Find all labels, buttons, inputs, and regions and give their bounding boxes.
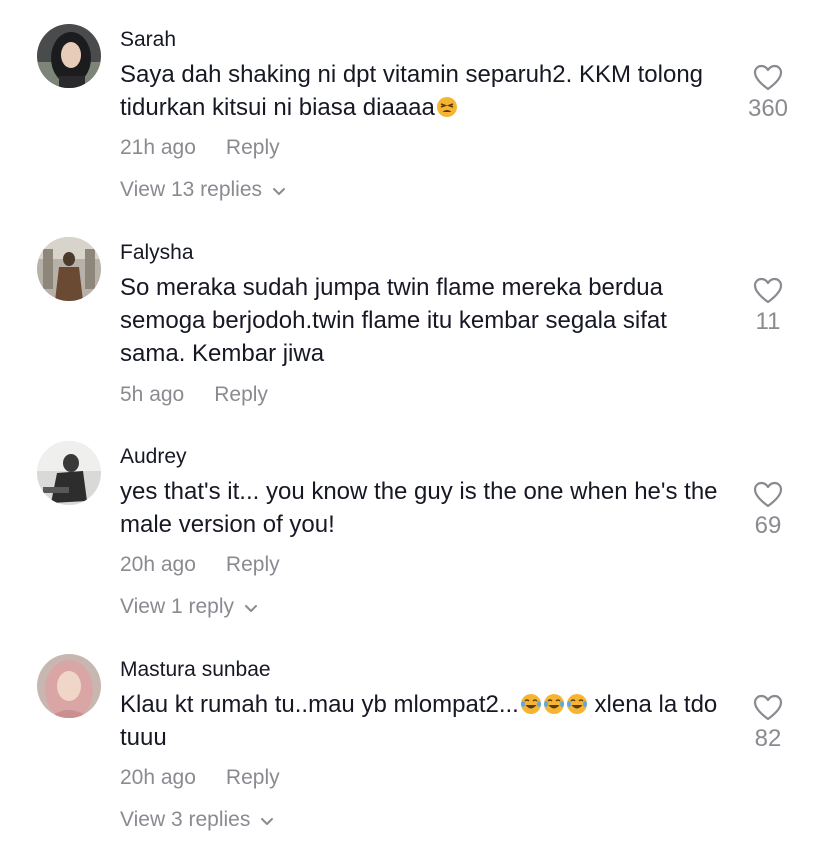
chevron-down-icon (273, 187, 286, 195)
comment-username[interactable]: Audrey (120, 445, 187, 469)
avatar[interactable] (37, 654, 101, 718)
comment-text: Klau kt rumah tu..mau yb mlompat2... xle… (120, 688, 720, 754)
comment-username[interactable]: Mastura sunbae (120, 658, 271, 682)
tired-face-emoji-icon (436, 97, 457, 117)
comment-username[interactable]: Sarah (120, 28, 176, 52)
like-count: 69 (754, 512, 782, 539)
comment-time: 20h ago (120, 766, 196, 789)
avatar-audrey-image (37, 441, 101, 505)
like-area: 69 (740, 481, 796, 540)
avatar-mastura-image (37, 654, 101, 718)
comment-meta: 20h ago Reply (120, 766, 280, 790)
comment-body: yes that's it... you know the guy is the… (120, 478, 718, 538)
comment-body: Klau kt rumah tu..mau yb mlompat2... (120, 691, 519, 718)
avatar-sarah-image (37, 24, 101, 88)
comment-time: 5h ago (120, 383, 185, 406)
tears-of-joy-emoji-icon (520, 694, 541, 714)
view-replies-button[interactable]: View 1 reply (120, 595, 258, 619)
comment-username[interactable]: Falysha (120, 241, 194, 265)
comment-meta: 5h ago Reply (120, 383, 268, 407)
like-count: 360 (747, 95, 789, 122)
comment-body: So meraka sudah jumpa twin flame mereka … (120, 274, 667, 367)
chevron-down-icon (245, 604, 258, 612)
view-replies-label: View 13 replies (120, 178, 263, 201)
heart-icon[interactable] (753, 277, 783, 304)
like-count: 11 (755, 308, 781, 335)
like-count: 82 (754, 725, 782, 752)
avatar[interactable] (37, 441, 101, 505)
heart-icon[interactable] (753, 64, 783, 91)
comment-time: 20h ago (120, 553, 196, 576)
avatar-falysha-image (37, 237, 101, 301)
reply-button[interactable]: Reply (214, 383, 268, 406)
tears-of-joy-emoji-icon (566, 694, 587, 714)
comment-text: Saya dah shaking ni dpt vitamin separuh2… (120, 58, 720, 124)
heart-icon[interactable] (753, 694, 783, 721)
like-area: 11 (740, 277, 796, 336)
like-area: 82 (740, 694, 796, 753)
view-replies-label: View 1 reply (120, 595, 235, 618)
chevron-down-icon (261, 817, 274, 825)
avatar[interactable] (37, 237, 101, 301)
comment-meta: 21h ago Reply (120, 136, 280, 160)
like-area: 360 (740, 64, 796, 123)
reply-button[interactable]: Reply (226, 553, 280, 576)
heart-icon[interactable] (753, 481, 783, 508)
view-replies-button[interactable]: View 13 replies (120, 178, 286, 202)
comment-text: So meraka sudah jumpa twin flame mereka … (120, 271, 720, 370)
view-replies-label: View 3 replies (120, 808, 251, 831)
view-replies-button[interactable]: View 3 replies (120, 808, 274, 832)
comment-body: Saya dah shaking ni dpt vitamin separuh2… (120, 61, 704, 121)
avatar[interactable] (37, 24, 101, 88)
tears-of-joy-emoji-icon (543, 694, 564, 714)
comment-time: 21h ago (120, 136, 196, 159)
comment-text: yes that's it... you know the guy is the… (120, 475, 720, 541)
comment-meta: 20h ago Reply (120, 553, 280, 577)
reply-button[interactable]: Reply (226, 766, 280, 789)
reply-button[interactable]: Reply (226, 136, 280, 159)
